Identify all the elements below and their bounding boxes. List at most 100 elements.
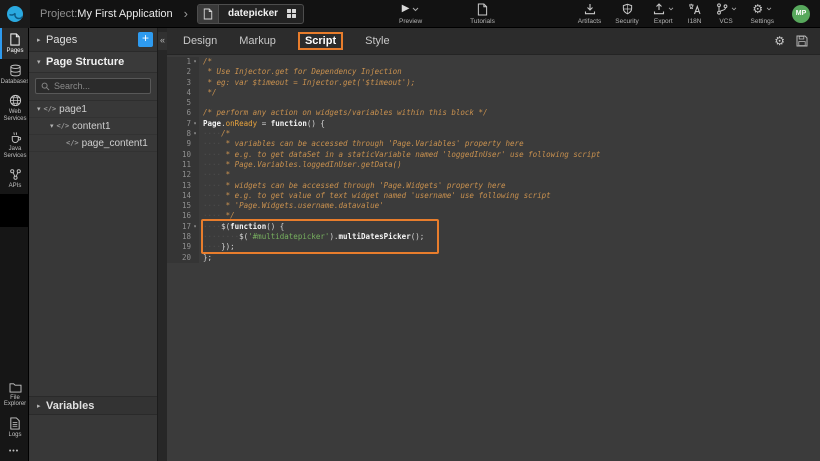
code-line[interactable]: 7▾Page.onReady = function() {	[167, 119, 820, 129]
code-line[interactable]: 18········$('#multidatepicker').multiDat…	[167, 232, 820, 242]
tutorials-button[interactable]: Tutorials	[470, 3, 495, 25]
sidebar-item-java-services[interactable]: Java Services	[0, 126, 28, 163]
code-line[interactable]: 6/* perform any action on widgets/variab…	[167, 108, 820, 118]
tab-style[interactable]: Style	[365, 35, 389, 47]
pages-icon	[9, 33, 21, 46]
line-number: 18	[167, 232, 191, 242]
code-line[interactable]: 17▾····$(function() {	[167, 222, 820, 232]
sidebar-item-apis[interactable]: APIs	[0, 163, 28, 194]
search-input[interactable]	[54, 81, 144, 91]
panel-filler	[29, 152, 157, 396]
sidebar-item-pages[interactable]: Pages	[0, 28, 28, 59]
editor-settings-gear-icon[interactable]: ⚙	[774, 35, 785, 47]
code-line[interactable]: 8▾····/*	[167, 129, 820, 139]
artifacts-button[interactable]: Artifacts	[578, 3, 601, 25]
fold-toggle-icon[interactable]: ▾	[191, 222, 199, 232]
chevron-down-icon	[766, 7, 772, 11]
code-line[interactable]: 12 ···· *	[167, 170, 820, 180]
code-text: * eg: var $timeout = Injector.get('$time…	[199, 78, 415, 88]
security-label: Security	[615, 18, 638, 25]
code-lines: 1▾/*2 * Use Injector.get for Dependency …	[167, 57, 820, 263]
page-tab-label: datepicker	[219, 8, 287, 19]
sidebar-more-icon[interactable]: •••	[0, 442, 28, 461]
tab-script[interactable]: Script	[298, 32, 343, 50]
i18n-button[interactable]: I18N	[688, 3, 702, 25]
page-tab-datepicker[interactable]: datepicker	[197, 4, 304, 24]
expand-arrow-icon[interactable]: ▾	[50, 122, 54, 130]
code-line[interactable]: 19····});	[167, 242, 820, 252]
code-line[interactable]: 13···· * widgets can be accessed through…	[167, 181, 820, 191]
settings-button[interactable]: ⚙ Settings	[751, 3, 775, 25]
search-box[interactable]	[35, 78, 151, 94]
fold-gutter	[191, 160, 199, 170]
tab-markup[interactable]: Markup	[239, 35, 276, 47]
code-line[interactable]: 3 * eg: var $timeout = Injector.get('$ti…	[167, 78, 820, 88]
fold-toggle-icon[interactable]: ▾	[191, 57, 199, 67]
fold-gutter	[191, 139, 199, 149]
tree-item-content1[interactable]: ▾ </> content1	[29, 118, 157, 135]
web-services-icon	[9, 94, 22, 107]
line-number: 1	[167, 57, 191, 67]
code-text: };	[199, 253, 212, 263]
vcs-button[interactable]: VCS	[716, 3, 737, 25]
code-line[interactable]: 4 */	[167, 88, 820, 98]
i18n-translate-icon	[688, 3, 701, 15]
code-editor[interactable]: 1▾/*2 * Use Injector.get for Dependency …	[167, 55, 820, 461]
tutorials-doc-icon	[477, 3, 488, 16]
tree-item-page1[interactable]: ▾ </> page1	[29, 101, 157, 118]
code-line[interactable]: 11···· * Page.Variables.loggedInUser.get…	[167, 160, 820, 170]
page-structure-title: Page Structure	[46, 56, 124, 68]
editor-tools: ⚙	[774, 35, 808, 47]
code-line[interactable]: 1▾/*	[167, 57, 820, 67]
tab-design[interactable]: Design	[183, 35, 217, 47]
line-number: 20	[167, 253, 191, 263]
code-line[interactable]: 14···· * e.g. to get value of text widge…	[167, 191, 820, 201]
play-icon: ▶	[402, 4, 410, 14]
logs-icon	[9, 417, 21, 430]
line-number: 12	[167, 170, 191, 180]
page-structure-header[interactable]: ▾ Page Structure	[29, 52, 157, 73]
wavemaker-studio: Project:My First Application › datepicke…	[0, 0, 820, 461]
code-text: ···· *	[199, 170, 230, 180]
pages-grid-icon[interactable]	[287, 9, 296, 18]
tree-item-page_content1[interactable]: </> page_content1	[29, 135, 157, 152]
widget-code-icon: </>	[44, 105, 57, 113]
fold-toggle-icon[interactable]: ▾	[191, 129, 199, 139]
code-line[interactable]: 16···· */	[167, 211, 820, 221]
collapse-panel-button[interactable]: «	[158, 32, 168, 50]
save-icon[interactable]	[796, 35, 808, 47]
user-avatar[interactable]: MP	[792, 5, 810, 23]
preview-label: Preview	[399, 18, 422, 25]
sidebar-item-web-services[interactable]: Web Services	[0, 89, 28, 126]
code-line[interactable]: 20};	[167, 253, 820, 263]
export-button[interactable]: Export	[653, 3, 674, 25]
sidebar-item-logs[interactable]: Logs	[0, 412, 28, 443]
add-page-button[interactable]: +	[138, 32, 153, 47]
code-text: ····$(function() {	[199, 222, 284, 232]
sidebar-item-file-explorer[interactable]: File Explorer	[0, 377, 28, 412]
code-line[interactable]: 10···· * e.g. to get dataSet in a static…	[167, 150, 820, 160]
pages-panel-header[interactable]: ▸ Pages +	[29, 28, 157, 52]
code-text: ···· * 'Page.Widgets.username.datavalue'	[199, 201, 384, 211]
artifacts-label: Artifacts	[578, 18, 601, 25]
topbar-menu: Artifacts Security	[578, 3, 810, 25]
fold-gutter	[191, 242, 199, 252]
app-logo-icon[interactable]	[0, 0, 30, 28]
line-number: 14	[167, 191, 191, 201]
page-file-icon	[198, 5, 219, 23]
code-text: ···· * widgets can be accessed through '…	[199, 181, 506, 191]
sidebar-item-databases[interactable]: Databases	[0, 59, 28, 90]
security-button[interactable]: Security	[615, 3, 638, 25]
fold-gutter	[191, 88, 199, 98]
variables-header[interactable]: ▸ Variables	[29, 396, 157, 415]
project-title: Project:My First Application	[40, 8, 173, 20]
code-line[interactable]: 5	[167, 98, 820, 108]
expand-arrow-icon[interactable]: ▾	[37, 105, 41, 113]
code-line[interactable]: 9···· * variables can be accessed throug…	[167, 139, 820, 149]
fold-toggle-icon[interactable]: ▾	[191, 119, 199, 129]
code-line[interactable]: 15···· * 'Page.Widgets.username.datavalu…	[167, 201, 820, 211]
preview-button[interactable]: ▶ Preview	[399, 3, 422, 25]
file-explorer-icon	[9, 382, 22, 393]
code-line[interactable]: 2 * Use Injector.get for Dependency Inje…	[167, 67, 820, 77]
fold-gutter	[191, 98, 199, 108]
